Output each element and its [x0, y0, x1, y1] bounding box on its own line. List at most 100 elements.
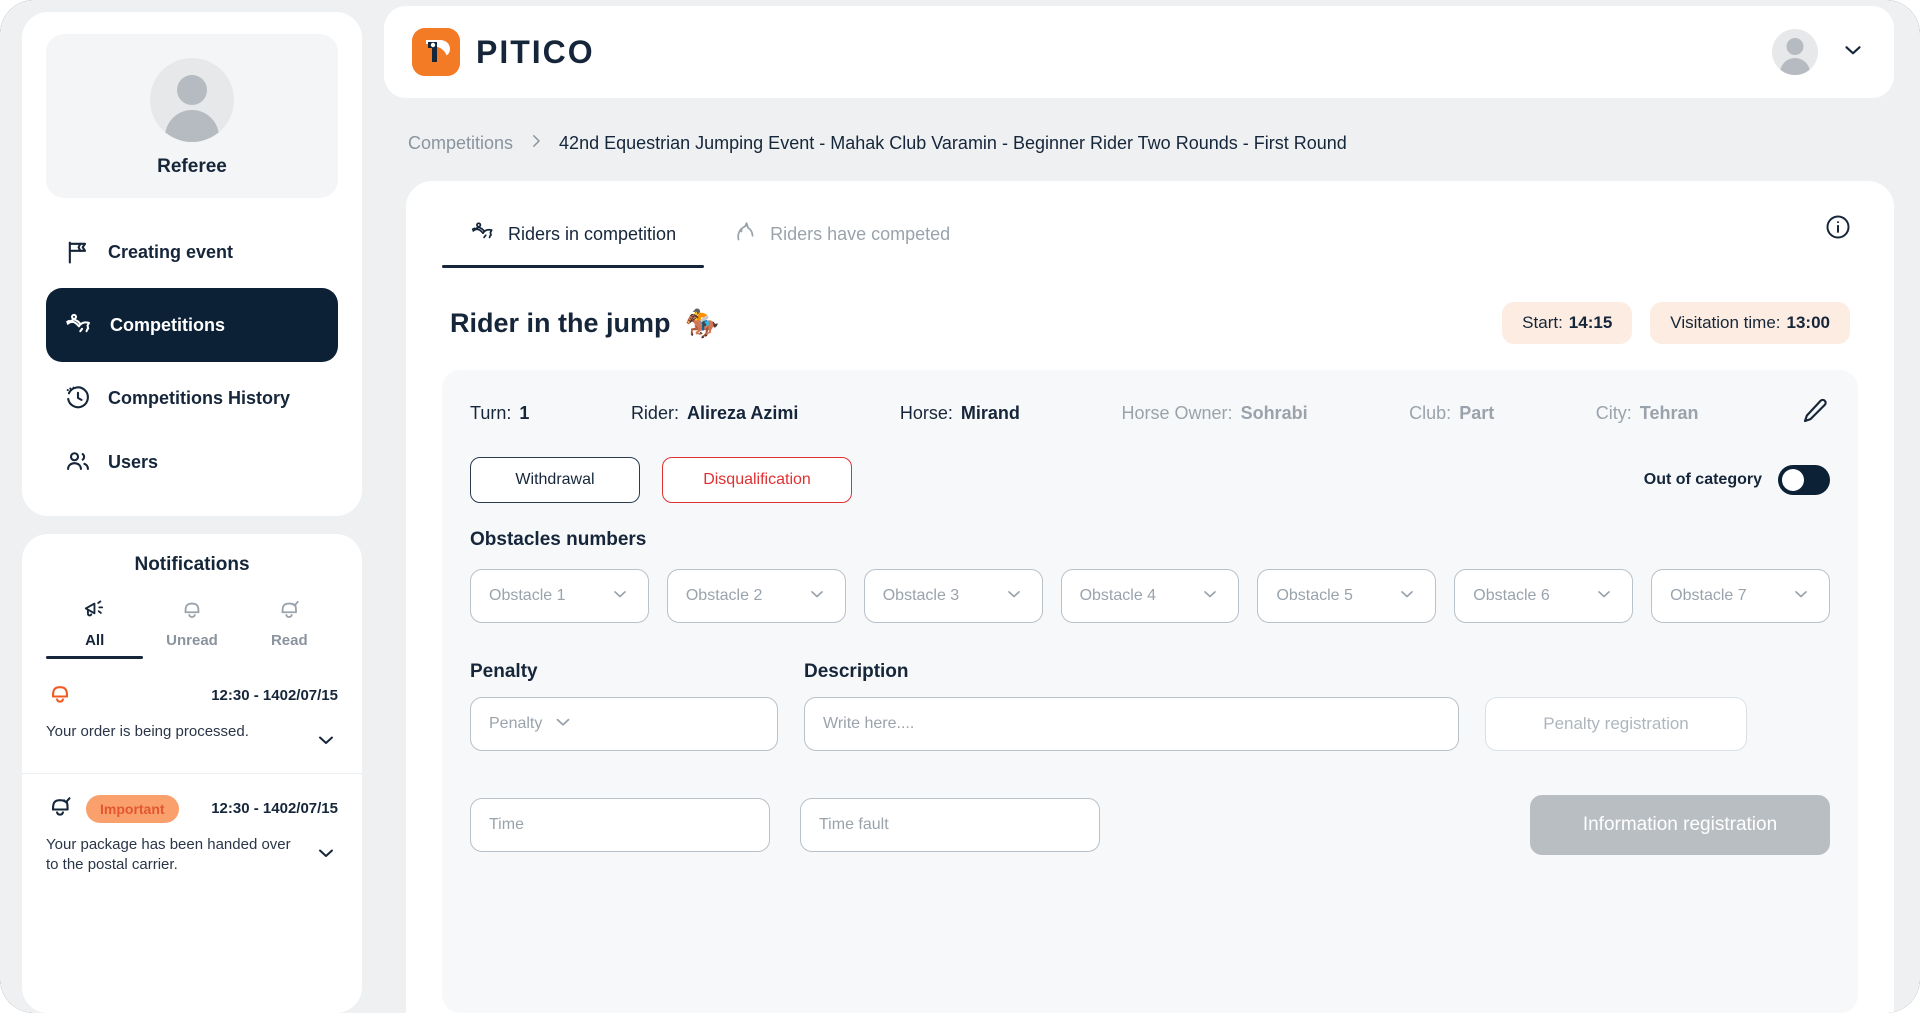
- page-inner: Referee Creating event Competitions Comp…: [0, 0, 1920, 1013]
- pitico-logo-icon: [412, 28, 460, 76]
- sidebar-item-creating-event[interactable]: Creating event: [46, 224, 338, 280]
- obstacle-select-label: Obstacle 6: [1473, 587, 1550, 604]
- obstacle-select-6[interactable]: Obstacle 6: [1454, 569, 1634, 623]
- information-registration-button[interactable]: Information registration: [1530, 795, 1830, 855]
- chevron-down-icon: [1791, 584, 1811, 609]
- breadcrumb-root[interactable]: Competitions: [408, 133, 513, 154]
- field-value: Sohrabi: [1240, 403, 1308, 423]
- tab-riders-have-competed[interactable]: Riders have competed: [704, 207, 978, 268]
- field-value: Mirand: [960, 403, 1020, 423]
- chevron-down-icon: [1397, 584, 1417, 609]
- notification-item[interactable]: 12:30 - 1402/07/15 Your order is being p…: [22, 661, 362, 773]
- withdrawal-button[interactable]: Withdrawal: [470, 457, 640, 503]
- visitation-time-label: Visitation time:: [1670, 313, 1781, 332]
- obstacle-select-5[interactable]: Obstacle 5: [1257, 569, 1437, 623]
- chevron-down-icon: [1004, 584, 1024, 609]
- profile-box[interactable]: Referee: [46, 34, 338, 198]
- obstacle-select-2[interactable]: Obstacle 2: [666, 569, 846, 623]
- users-icon: [64, 448, 92, 476]
- chevron-down-icon: [1594, 584, 1614, 609]
- chevron-down-icon[interactable]: [314, 722, 338, 757]
- avatar: [150, 58, 234, 142]
- field-value: Tehran: [1639, 403, 1699, 423]
- obstacle-select-label: Obstacle 2: [685, 587, 763, 604]
- sidebar-nav-card: Referee Creating event Competitions Comp…: [22, 12, 362, 516]
- sidebar-item-competitions-history[interactable]: Competitions History: [46, 370, 338, 426]
- chevron-down-icon: [807, 584, 827, 609]
- penalty-field-group: Penalty Penalty: [470, 661, 778, 751]
- obstacle-select-7[interactable]: Obstacle 7: [1651, 569, 1831, 623]
- pencil-edit-icon[interactable]: [1800, 396, 1830, 431]
- obstacle-select-label: Obstacle 3: [882, 587, 960, 604]
- topbar-user-menu[interactable]: [1772, 29, 1866, 75]
- notification-text: Your order is being processed.: [46, 723, 249, 740]
- tab-riders-in-competition[interactable]: Riders in competition: [442, 207, 705, 268]
- brand[interactable]: PITICO: [412, 28, 595, 76]
- disqualification-button[interactable]: Disqualification: [662, 457, 852, 503]
- flag-icon: [64, 238, 92, 266]
- sidebar-item-label: Competitions History: [108, 387, 291, 408]
- page-frame: Referee Creating event Competitions Comp…: [0, 0, 1920, 1013]
- field-value: Alireza Azimi: [686, 403, 799, 423]
- sidebar-nav: Creating event Competitions Competitions…: [46, 224, 338, 490]
- rider-actions: Withdrawal Disqualification Out of categ…: [470, 457, 1830, 503]
- avatar[interactable]: [1772, 29, 1818, 75]
- notifications-tab-all[interactable]: All: [46, 596, 144, 659]
- sidebar-item-users[interactable]: Users: [46, 434, 338, 490]
- notification-item[interactable]: Important 12:30 - 1402/07/15 Your packag…: [22, 773, 362, 892]
- rider-field-club: Club: Part: [1409, 403, 1494, 424]
- penalty-select[interactable]: Penalty: [470, 697, 778, 751]
- horse-rider-icon: [64, 310, 94, 340]
- horse-head-icon: [732, 219, 758, 250]
- chevron-right-icon: [527, 132, 545, 155]
- rider-panel: Turn: 1 Rider: Alireza Azimi Horse: Mira…: [442, 370, 1858, 1013]
- obstacle-select-1[interactable]: Obstacle 1: [470, 569, 649, 623]
- horse-rider-emoji: 🏇: [684, 307, 720, 339]
- brand-name: PITICO: [476, 33, 595, 70]
- main-area: PITICO Competitions 42nd Equestrian Jump…: [384, 0, 1920, 1013]
- obstacle-select-label: Obstacle 7: [1670, 587, 1747, 604]
- rider-info-row: Turn: 1 Rider: Alireza Azimi Horse: Mira…: [470, 396, 1830, 431]
- obstacle-select-3[interactable]: Obstacle 3: [863, 569, 1043, 623]
- breadcrumb: Competitions 42nd Equestrian Jumping Eve…: [384, 98, 1894, 181]
- tab-label: Riders have competed: [770, 224, 951, 244]
- field-key: Rider:: [630, 403, 679, 423]
- sidebar: Referee Creating event Competitions Comp…: [0, 0, 384, 1013]
- field-key: Horse:: [899, 403, 953, 423]
- notification-badge: Important: [86, 794, 179, 823]
- time-fault-input[interactable]: [800, 798, 1100, 852]
- description-field-group: Description: [804, 661, 1459, 751]
- description-input[interactable]: [804, 697, 1459, 751]
- description-label: Description: [804, 661, 909, 682]
- notifications-tab-unread[interactable]: Unread: [143, 596, 240, 659]
- chevron-down-icon: [610, 584, 630, 609]
- out-of-category-toggle[interactable]: [1778, 465, 1830, 495]
- penalty-registration-button[interactable]: Penalty registration: [1485, 697, 1747, 751]
- time-input[interactable]: [470, 798, 770, 852]
- notifications-tab-label: All: [85, 632, 105, 649]
- notification-time: 12:30 - 1402/07/15: [211, 687, 338, 704]
- chevron-down-icon[interactable]: [314, 835, 338, 870]
- obstacle-select-label: Obstacle 4: [1079, 587, 1157, 604]
- obstacle-select-label: Obstacle 1: [489, 587, 566, 604]
- out-of-category-label: Out of category: [1643, 471, 1762, 488]
- field-key: City:: [1595, 403, 1632, 423]
- app-root: Referee Creating event Competitions Comp…: [0, 0, 1920, 1013]
- topbar: PITICO: [384, 6, 1894, 98]
- obstacle-select-4[interactable]: Obstacle 4: [1060, 569, 1240, 623]
- sidebar-item-competitions[interactable]: Competitions: [46, 288, 338, 362]
- notifications-tab-read[interactable]: Read: [241, 596, 338, 659]
- obstacles-row: Obstacle 1 Obstacle 2 Obstacle 3 Obstacl…: [470, 569, 1831, 623]
- clock-history-icon: [64, 384, 92, 412]
- info-circle-icon[interactable]: [1824, 213, 1858, 262]
- sidebar-item-label: Competitions: [110, 314, 225, 335]
- notifications-title: Notifications: [134, 554, 250, 575]
- rider-field-rider: Rider: Alireza Azimi: [631, 403, 798, 424]
- field-value: 1: [519, 403, 530, 423]
- rider-field-horse-owner: Horse Owner: Sohrabi: [1122, 403, 1308, 424]
- penalty-select-label: Penalty: [489, 715, 543, 732]
- megaphone-icon: [82, 596, 108, 626]
- tabs: Riders in competition Riders have compet…: [442, 207, 1858, 268]
- chevron-down-icon[interactable]: [1840, 37, 1866, 68]
- field-key: Horse Owner:: [1121, 403, 1233, 423]
